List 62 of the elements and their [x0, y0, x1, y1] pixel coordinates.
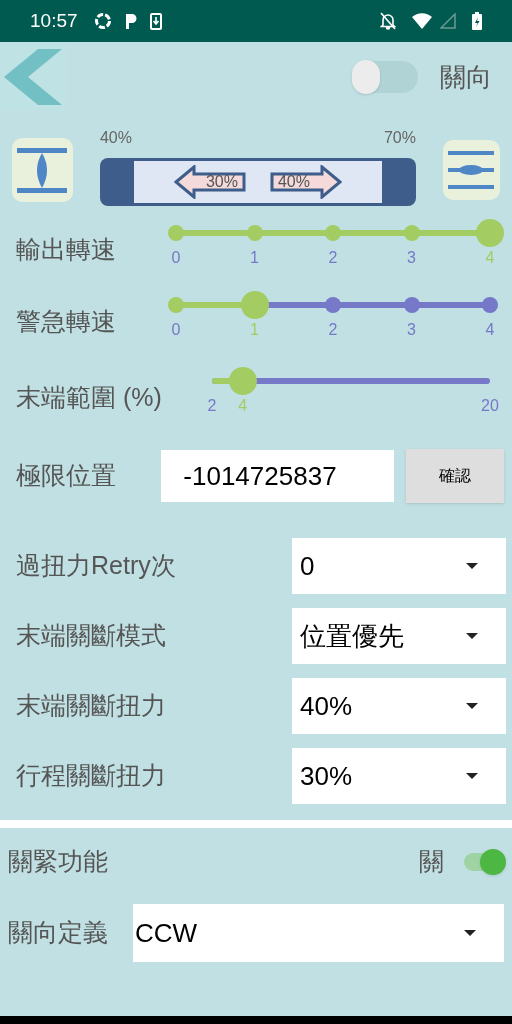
open-valve-button[interactable]: [442, 140, 500, 200]
muted-bell-icon: [380, 12, 396, 30]
setting-dropdown[interactable]: 0: [292, 538, 506, 594]
slider-thumb[interactable]: [240, 291, 269, 319]
slider-tick-label: 0: [171, 320, 181, 340]
slider-tick-label: 1: [250, 248, 259, 268]
wifi-icon: [412, 13, 432, 29]
setting-label: 末端關斷扭力: [16, 690, 167, 722]
setting-label: 行程關斷扭力: [16, 760, 167, 792]
status-time: 10:57: [30, 8, 78, 33]
slider-thumb[interactable]: [476, 219, 504, 247]
slider-label: 輸出轉速: [16, 234, 117, 264]
arrow-percent-label: 40%: [277, 172, 310, 192]
setting-label: 末端關斷模式: [16, 620, 167, 652]
slider-label: 末端範圍 (%): [16, 382, 163, 412]
battery-charging-icon: [472, 12, 482, 30]
slider-thumb[interactable]: [228, 367, 257, 395]
tighten-label: 關緊功能: [8, 846, 109, 878]
confirm-button[interactable]: 確認: [406, 449, 504, 503]
close-limit-percent: 40%: [99, 128, 132, 148]
slider-tick-label: 3: [407, 320, 416, 340]
slider-tick-label: 1: [250, 320, 259, 340]
dropdown-caret-icon: [466, 703, 478, 709]
open-limit-percent: 70%: [383, 128, 416, 148]
dropdown-value: CCW: [135, 916, 198, 950]
parking-icon: [123, 13, 138, 29]
slider-tick-label: 4: [485, 248, 495, 268]
slider-min-label: 2: [207, 396, 217, 416]
arrow-percent-label: 30%: [205, 172, 238, 192]
setting-dropdown[interactable]: 40%: [292, 678, 506, 734]
slider-tick-label: 2: [328, 320, 338, 340]
sync-icon: [93, 12, 112, 30]
direction-label: 關向: [440, 60, 492, 94]
slider-tick-label: 2: [328, 248, 338, 268]
slider-tick-label: 4: [485, 320, 495, 340]
dropdown-caret-icon: [464, 930, 476, 936]
limit-position-label: 極限位置: [16, 460, 117, 492]
slider-value-label: 4: [238, 396, 248, 416]
setting-dropdown[interactable]: 位置優先: [292, 608, 506, 664]
dropdown-caret-icon: [466, 633, 478, 639]
dropdown-value: 位置優先: [300, 619, 404, 653]
slider-label: 警急轉速: [16, 306, 117, 336]
close-valve-button[interactable]: [12, 138, 73, 202]
tighten-switch[interactable]: [464, 848, 506, 876]
dropdown-value: 0: [300, 549, 315, 583]
tighten-state-label: 關: [419, 846, 444, 878]
limit-position-field[interactable]: -1014725837: [161, 450, 395, 502]
direction-definition-label: 關向定義: [8, 917, 109, 949]
setting-label: 過扭力Retry次: [16, 550, 177, 582]
download-icon: [149, 12, 162, 30]
slider-tick-label: 0: [171, 248, 181, 268]
dropdown-value: 40%: [300, 689, 353, 723]
dropdown-caret-icon: [466, 563, 478, 569]
direction-switch[interactable]: [352, 60, 418, 94]
slider-tick-label: 3: [407, 248, 416, 268]
setting-dropdown[interactable]: 30%: [292, 748, 506, 804]
dropdown-value: 30%: [300, 759, 353, 793]
slider-max-label: 20: [481, 396, 499, 416]
cell-signal-icon: [440, 13, 456, 29]
direction-definition-dropdown[interactable]: CCW: [133, 904, 504, 962]
dropdown-caret-icon: [466, 773, 478, 779]
back-chevron-icon: [4, 49, 62, 105]
